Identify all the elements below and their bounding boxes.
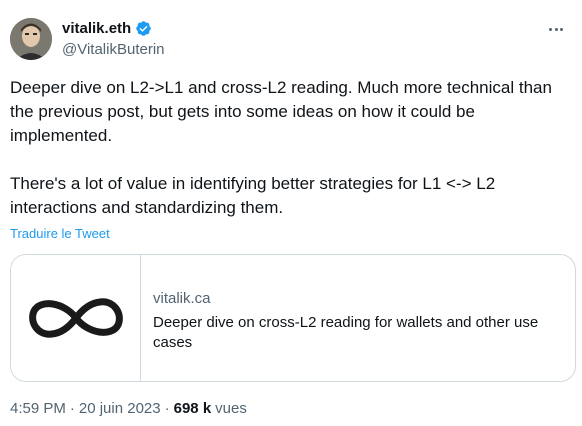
views-count: 698 k: [173, 400, 212, 417]
meta-separator: ·: [164, 400, 170, 417]
name-row: vitalik.eth: [62, 18, 165, 38]
card-body: vitalik.ca Deeper dive on cross-L2 readi…: [141, 255, 575, 381]
more-options-icon[interactable]: [542, 15, 570, 43]
meta-separator: ·: [69, 400, 75, 417]
tweet-paragraph-1: Deeper dive on L2->L1 and cross-L2 readi…: [10, 78, 552, 145]
tweet-paragraph-2: There's a lot of value in identifying be…: [10, 174, 496, 217]
tweet-meta: 4:59 PM · 20 juin 2023 · 698 k vues: [10, 400, 247, 417]
tweet-text: Deeper dive on L2->L1 and cross-L2 readi…: [10, 76, 570, 220]
author-display-name[interactable]: vitalik.eth: [62, 20, 131, 37]
avatar-image: [10, 18, 52, 60]
avatar[interactable]: [10, 18, 52, 60]
tweet-header: vitalik.eth @VitalikButerin: [10, 15, 570, 63]
link-preview-card[interactable]: vitalik.ca Deeper dive on cross-L2 readi…: [10, 254, 576, 382]
author-info: vitalik.eth @VitalikButerin: [62, 18, 165, 59]
tweet-time[interactable]: 4:59 PM: [10, 400, 66, 417]
verified-badge-icon: [135, 20, 152, 37]
translate-tweet-link[interactable]: Traduire le Tweet: [10, 226, 110, 241]
card-thumbnail[interactable]: [11, 255, 141, 381]
tweet-date[interactable]: 20 juin 2023: [79, 400, 161, 417]
views-label: vues: [215, 400, 247, 417]
infinity-icon: [28, 298, 123, 338]
card-domain: vitalik.ca: [153, 290, 211, 307]
author-handle[interactable]: @VitalikButerin: [62, 41, 165, 58]
card-title[interactable]: Deeper dive on cross-L2 reading for wall…: [153, 313, 563, 353]
